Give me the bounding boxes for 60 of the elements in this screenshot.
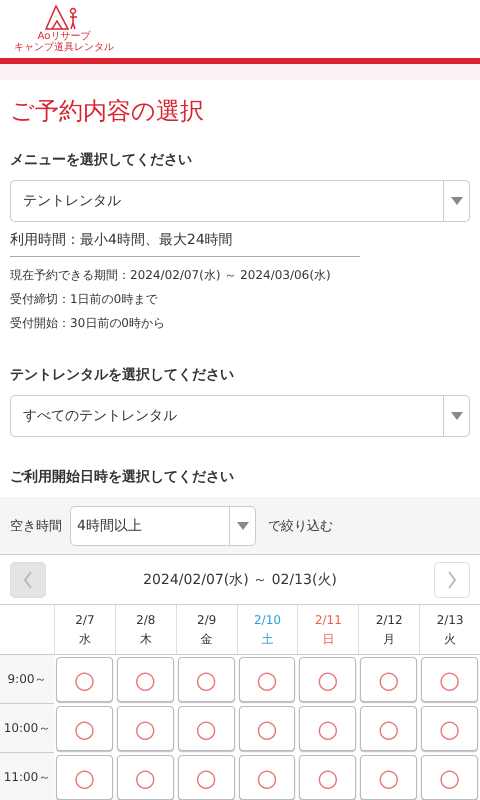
rental-select[interactable]: すべてのテントレンタル <box>10 395 470 437</box>
availability-slot[interactable]: ○ <box>56 657 113 702</box>
chevron-left-icon <box>23 570 33 588</box>
availability-slot[interactable]: ○ <box>178 755 235 800</box>
section-label: テントレンタルを選択してください <box>10 366 235 385</box>
availability-slot[interactable]: ○ <box>178 657 235 702</box>
day-date: 2/13 <box>436 612 464 628</box>
menu-select[interactable]: テントレンタル <box>10 180 470 222</box>
availability-slot[interactable]: ○ <box>116 755 174 800</box>
day-weekday: 水 <box>78 630 91 648</box>
day-date: 2/12 <box>376 612 403 628</box>
filter-suffix: で絞り込む <box>268 518 333 534</box>
week-range: 2024/02/07(水) ～ 02/13(火) <box>143 570 337 588</box>
availability-slot[interactable]: ○ <box>360 755 418 800</box>
availability-slot[interactable]: ○ <box>178 706 235 751</box>
availability-slot[interactable]: ○ <box>238 755 296 800</box>
logo-text: Aoリサーブ <box>38 31 90 42</box>
availability-slot[interactable]: ○ <box>360 657 418 702</box>
day-weekday: 火 <box>444 630 456 648</box>
day-weekday: 金 <box>200 630 213 648</box>
availability-slot[interactable]: ○ <box>116 706 174 751</box>
availability-slot[interactable]: ○ <box>56 706 113 751</box>
info-note: 受付締切：1日前の0時まで <box>10 291 159 308</box>
availability-slot[interactable]: ○ <box>56 755 113 800</box>
availability-slot[interactable]: ○ <box>116 657 174 702</box>
info-note: 現在予約できる期間：2024/02/07(水) ～ 2024/03/06(水) <box>10 267 332 284</box>
availability-slot[interactable]: ○ <box>360 706 418 751</box>
logo-text: キャンプ道具レンタル <box>14 42 114 53</box>
day-date: 2/11 <box>314 612 342 628</box>
section-label: メニューを選択してください <box>10 151 193 170</box>
day-date: 2/8 <box>136 612 156 628</box>
time-label: 11:00～ <box>0 753 54 800</box>
availability-slot[interactable]: ○ <box>299 706 356 751</box>
info-note: 受付開始：30日前の0時から <box>10 315 166 332</box>
day-date: 2/7 <box>75 612 95 628</box>
availability-slot[interactable]: ○ <box>421 755 478 800</box>
availability-slot[interactable]: ○ <box>421 657 478 702</box>
availability-slot[interactable]: ○ <box>238 706 296 751</box>
day-weekday: 月 <box>383 630 396 648</box>
usage-time-text: 利用時間：最小4時間、最大24時間 <box>10 230 360 257</box>
dropdown-caret-icon <box>450 197 462 205</box>
day-weekday: 木 <box>140 630 152 648</box>
time-label: 10:00～ <box>0 704 54 753</box>
availability-slot[interactable]: ○ <box>238 657 296 702</box>
availability-slot[interactable]: ○ <box>421 706 478 751</box>
dropdown-caret-icon <box>450 412 462 420</box>
next-week-button[interactable] <box>434 562 470 598</box>
page-title: ご予約内容の選択 <box>10 96 205 127</box>
day-date: 2/9 <box>196 612 216 628</box>
free-time-select[interactable]: 4時間以上 <box>70 506 256 546</box>
availability-slot[interactable]: ○ <box>299 657 356 702</box>
day-weekday: 土 <box>261 630 274 648</box>
availability-slot[interactable]: ○ <box>299 755 356 800</box>
section-label: ご利用開始日時を選択してください <box>10 468 235 487</box>
day-weekday: 日 <box>322 630 334 648</box>
day-date: 2/10 <box>254 612 281 628</box>
chevron-right-icon <box>446 570 457 588</box>
filter-label: 空き時間 <box>10 518 62 534</box>
dropdown-caret-icon <box>236 522 248 530</box>
time-label: 9:00～ <box>0 655 54 704</box>
